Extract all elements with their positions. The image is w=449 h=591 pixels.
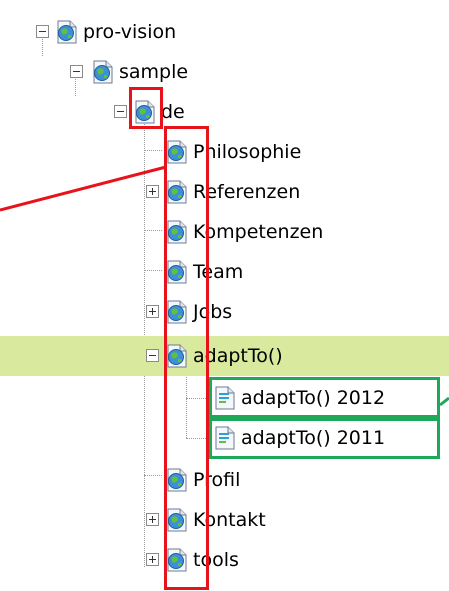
globe-page-icon	[166, 508, 188, 532]
tree-node-label: Kontakt	[193, 509, 266, 531]
globe-page-icon	[166, 220, 188, 244]
globe-page-icon	[166, 140, 188, 164]
globe-page-icon	[166, 180, 188, 204]
globe-page-icon	[56, 20, 78, 44]
collapse-icon[interactable]	[146, 349, 159, 362]
tree-node-label: adaptTo() 2011	[241, 427, 386, 449]
globe-page-icon	[166, 468, 188, 492]
tree-node-label: tools	[193, 549, 239, 571]
tree-node[interactable]: Team	[0, 252, 449, 292]
tree-node[interactable]: Profil	[0, 460, 449, 500]
tree-node-label: Philosophie	[193, 141, 302, 163]
tree-node[interactable]: Kontakt	[0, 500, 449, 540]
tree-node-label: adaptTo()	[193, 345, 283, 367]
page-icon	[214, 426, 236, 450]
tree-node[interactable]: adaptTo() 2011	[0, 418, 449, 458]
tree-node[interactable]: Jobs	[0, 292, 449, 332]
tree-node-label: pro-vision	[83, 21, 177, 43]
tree-node[interactable]: adaptTo() 2012	[0, 378, 449, 418]
globe-page-icon	[166, 300, 188, 324]
collapse-icon[interactable]	[70, 65, 83, 78]
globe-page-icon	[166, 260, 188, 284]
tree-node[interactable]: Philosophie	[0, 132, 449, 172]
globe-page-icon	[166, 548, 188, 572]
tree-node-label: Referenzen	[193, 181, 301, 203]
collapse-icon[interactable]	[114, 105, 127, 118]
globe-page-icon	[166, 344, 188, 368]
expand-icon[interactable]	[146, 305, 159, 318]
tree-node[interactable]: Referenzen	[0, 172, 449, 212]
page-icon	[214, 386, 236, 410]
expand-icon[interactable]	[146, 553, 159, 566]
tree-node[interactable]: sample	[0, 52, 449, 92]
tree-node[interactable]: de	[0, 92, 449, 132]
expand-icon[interactable]	[146, 513, 159, 526]
collapse-icon[interactable]	[36, 25, 49, 38]
tree-node-label: Jobs	[193, 301, 233, 323]
expand-icon[interactable]	[146, 185, 159, 198]
tree-node[interactable]: tools	[0, 540, 449, 580]
tree-node-label: Team	[193, 261, 244, 283]
tree-node-label: Profil	[193, 469, 241, 491]
tree-node[interactable]: adaptTo()	[0, 336, 449, 376]
globe-page-icon	[92, 60, 114, 84]
tree-node-label: de	[161, 101, 185, 123]
tree-node[interactable]: Kompetenzen	[0, 212, 449, 252]
tree-node-label: Kompetenzen	[193, 221, 324, 243]
tree-node-label: sample	[119, 61, 189, 83]
tree-node-label: adaptTo() 2012	[241, 387, 386, 409]
globe-page-icon	[134, 100, 156, 124]
tree-node[interactable]: pro-vision	[0, 12, 449, 52]
